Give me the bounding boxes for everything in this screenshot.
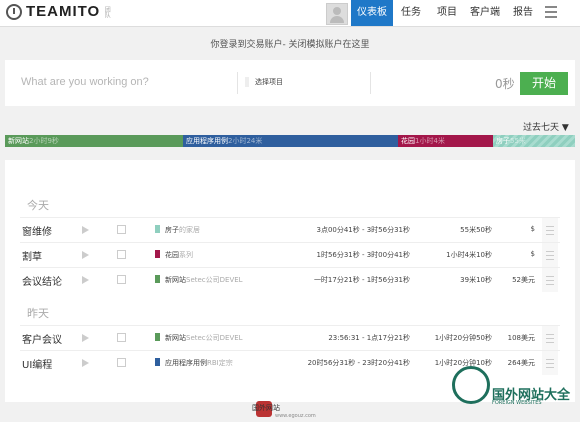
nav-tasks[interactable]: 任务 (397, 0, 425, 26)
summary-bar-segment[interactable]: 应用程序用例2小时24米 (183, 135, 398, 147)
entry-span[interactable]: 20时56分31秒 - 23时20分41秒 (308, 358, 410, 368)
project-name: 房子 (165, 226, 179, 234)
client-name: RBI定宗 (207, 359, 233, 367)
entry-project[interactable]: 新网站Setec公司DEVEL (165, 333, 243, 343)
project-color (155, 275, 160, 283)
logo[interactable]: TEAMITO 团队 (6, 3, 111, 20)
segment-label: 新网站 (8, 137, 29, 145)
summary-bar-segment[interactable]: 房子55米 (493, 135, 575, 147)
nav-clients[interactable]: 客户端 (466, 0, 504, 26)
clock-icon (6, 3, 22, 20)
play-icon[interactable] (82, 359, 89, 367)
top-bar: TEAMITO 团队 仪表板 任务 项目 客户端 报告 (0, 0, 580, 27)
billable-checkbox[interactable] (117, 358, 126, 367)
entry-span[interactable]: 一时17分21秒 - 1时56分31秒 (314, 275, 410, 285)
entry-name[interactable]: 窗维修 (22, 223, 52, 238)
entry-amount: 52美元 (512, 276, 535, 284)
summary-bar-segment[interactable]: 花园1小时4米 (398, 135, 493, 147)
client-name: 的家居 (179, 226, 200, 234)
client-name: Setec公司DEVEL (186, 334, 243, 342)
entry-name[interactable]: 会议结论 (22, 273, 62, 288)
row-menu-icon[interactable] (542, 218, 558, 242)
start-button[interactable]: 开始 (520, 72, 568, 95)
entry-amount: $ (530, 225, 535, 233)
client-name: Setec公司DEVEL (186, 276, 243, 284)
day-heading: 今天 (27, 199, 49, 212)
play-icon[interactable] (82, 334, 89, 342)
timer-duration: 0秒 (495, 77, 515, 91)
watermark-url: www.egouz.com (275, 413, 316, 419)
project-select[interactable]: 选择项目 (245, 77, 283, 87)
entry-span[interactable]: 23:56:31 - 1点17分21秒 (328, 333, 410, 343)
entry-name[interactable]: 割草 (22, 248, 42, 263)
entry-duration[interactable]: 39米10秒 (460, 275, 492, 285)
avatar[interactable] (326, 3, 348, 25)
divider (370, 72, 371, 94)
billable-checkbox[interactable] (117, 333, 126, 342)
menu-icon[interactable] (545, 6, 557, 21)
day-heading: 昨天 (27, 307, 49, 320)
nav-reports[interactable]: 报告 (509, 0, 537, 26)
watermark-small-text: 国外网站 (252, 404, 280, 412)
entry-amount: 108美元 (507, 334, 535, 342)
entry-duration[interactable]: 1小时4米10秒 (446, 250, 492, 260)
row-menu-icon[interactable] (542, 268, 558, 292)
watermark-subtext: FOREIGN WEBSITES (492, 400, 542, 406)
table-row[interactable]: 客户会议 新网站Setec公司DEVEL 23:56:31 - 1点17分21秒… (20, 325, 560, 350)
play-icon[interactable] (82, 251, 89, 259)
segment-label: 应用程序用例 (186, 137, 228, 145)
play-icon[interactable] (82, 226, 89, 234)
watermark: 国外网站大全 FOREIGN WEBSITES (450, 362, 580, 412)
billable-checkbox[interactable] (117, 250, 126, 259)
task-input[interactable]: What are you working on? (21, 76, 149, 88)
globe-icon (452, 366, 490, 404)
segment-label: 花园 (401, 137, 415, 145)
project-color (155, 225, 160, 233)
entry-project[interactable]: 应用程序用例RBI定宗 (165, 358, 233, 368)
entry-span[interactable]: 1时56分31秒 - 3时00分41秒 (316, 250, 410, 260)
row-menu-icon[interactable] (542, 243, 558, 267)
project-color (155, 358, 160, 366)
row-menu-icon[interactable] (542, 326, 558, 350)
entry-name[interactable]: UI编程 (22, 356, 52, 371)
segment-label: 房子 (496, 137, 510, 145)
range-dropdown[interactable]: 过去七天 ▼ (523, 120, 569, 133)
logo-sub: 团队 (103, 5, 111, 18)
project-color (155, 333, 160, 341)
entry-span[interactable]: 3点00分41秒 - 3时56分31秒 (316, 225, 410, 235)
project-name: 花园 (165, 251, 179, 259)
nav-dashboard[interactable]: 仪表板 (351, 0, 393, 26)
timer-bar: What are you working on? 选择项目 0秒 开始 (5, 60, 575, 106)
summary-bar-segment[interactable]: 新网站2小时9秒 (5, 135, 183, 147)
segment-time: 1小时4米 (415, 137, 445, 145)
account-notice[interactable]: 你登录到交易账户- 关闭模拟账户在这里 (0, 37, 580, 50)
entry-name[interactable]: 客户会议 (22, 331, 62, 346)
entry-project[interactable]: 新网站Setec公司DEVEL (165, 275, 243, 285)
segment-time: 2小时24米 (228, 137, 263, 145)
table-row[interactable]: 窗维修 房子的家居 3点00分41秒 - 3时56分31秒 55米50秒 $ (20, 217, 560, 242)
segment-time: 2小时9秒 (29, 137, 59, 145)
project-name: 新网站 (165, 276, 186, 284)
divider (237, 72, 238, 94)
entry-duration[interactable]: 55米50秒 (460, 225, 492, 235)
logo-text: TEAMITO (26, 3, 101, 20)
nav-projects[interactable]: 项目 (433, 0, 461, 26)
project-name: 应用程序用例 (165, 359, 207, 367)
billable-checkbox[interactable] (117, 275, 126, 284)
billable-checkbox[interactable] (117, 225, 126, 234)
play-icon[interactable] (82, 276, 89, 284)
entry-project[interactable]: 花园系列 (165, 250, 193, 260)
segment-time: 55米 (510, 137, 526, 145)
table-row[interactable]: 割草 花园系列 1时56分31秒 - 3时00分41秒 1小时4米10秒 $ (20, 242, 560, 267)
project-color (155, 250, 160, 258)
project-name: 新网站 (165, 334, 186, 342)
entry-amount: $ (530, 250, 535, 258)
entry-project[interactable]: 房子的家居 (165, 225, 200, 235)
table-row[interactable]: 会议结论 新网站Setec公司DEVEL 一时17分21秒 - 1时56分31秒… (20, 267, 560, 292)
entry-duration[interactable]: 1小时20分钟50秒 (435, 333, 492, 343)
client-name: 系列 (179, 251, 193, 259)
